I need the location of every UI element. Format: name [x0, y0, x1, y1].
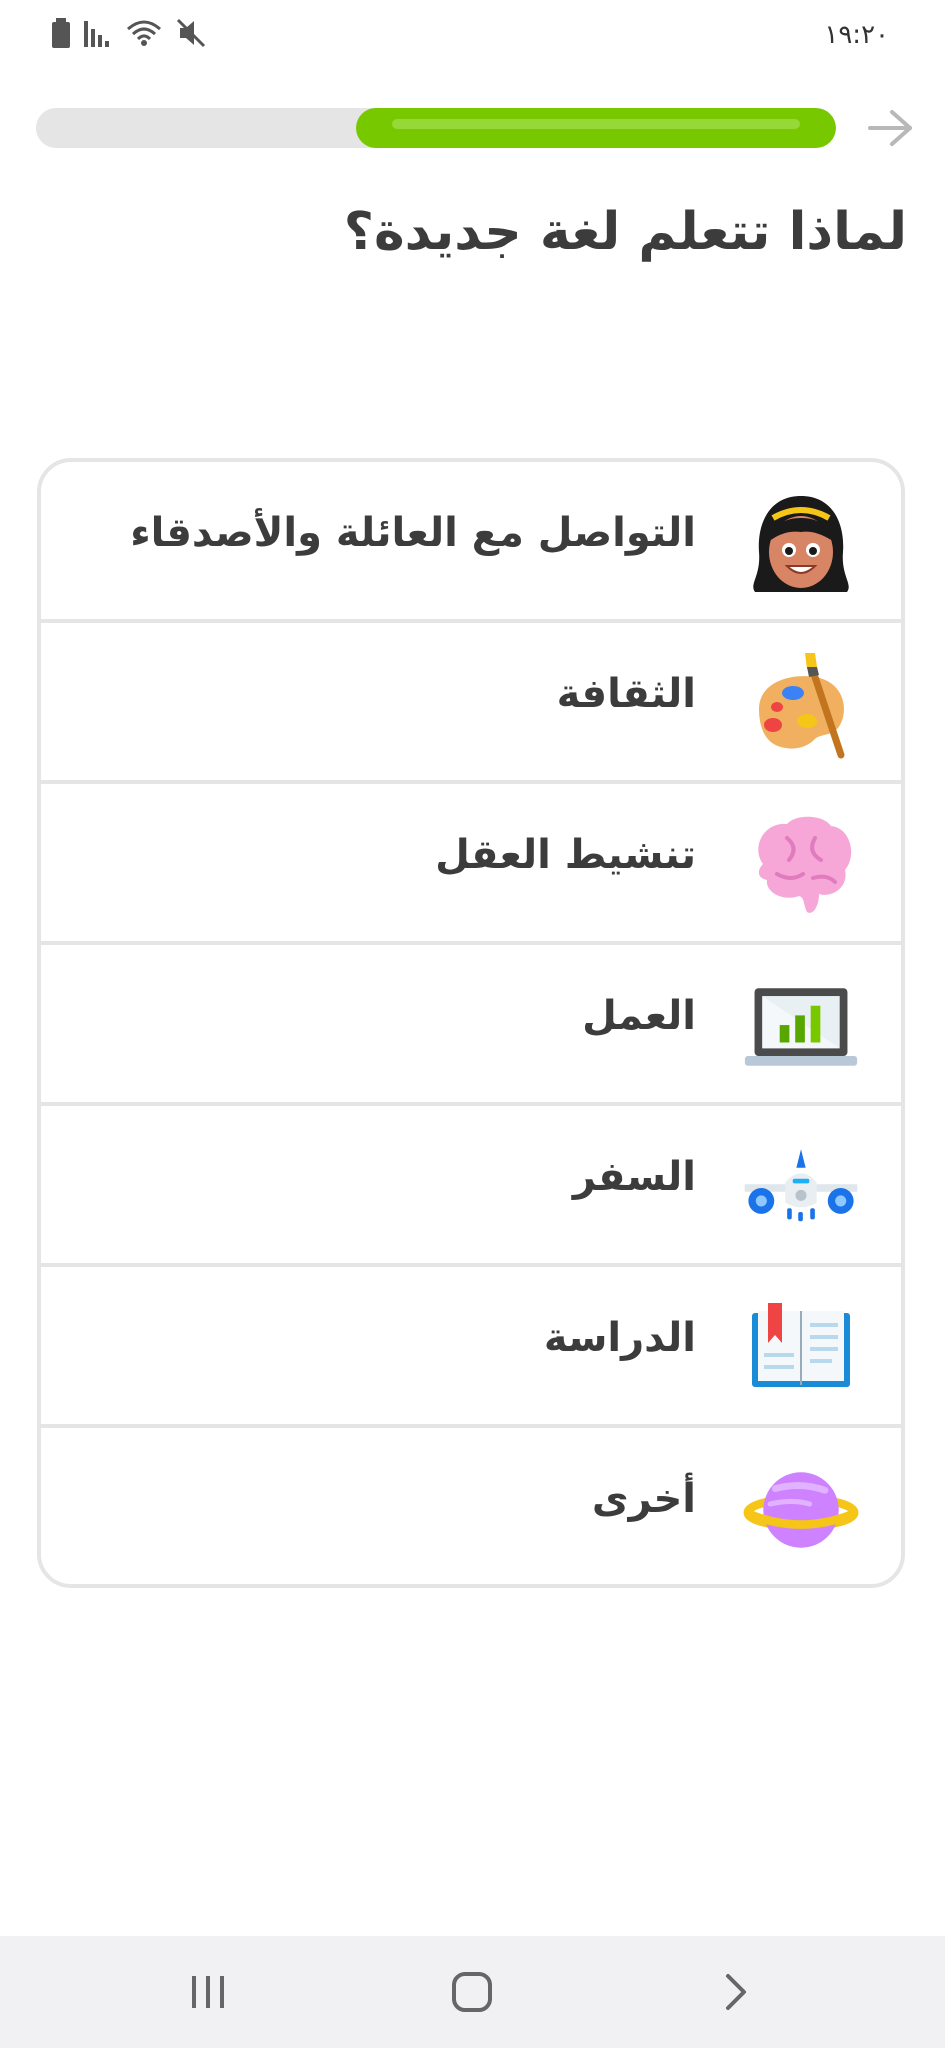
option-brain-training[interactable]: تنشيط العقل: [41, 784, 901, 945]
progress-bar-highlight: [392, 119, 800, 129]
status-time: ١٩:٢٠: [824, 20, 889, 50]
option-label: السفر: [572, 1154, 696, 1200]
planet-icon: [741, 1450, 861, 1570]
option-other[interactable]: أخرى: [41, 1428, 901, 1584]
book-icon: [741, 1289, 861, 1409]
option-label: أخرى: [591, 1476, 696, 1522]
status-bar: ١٩:٢٠: [0, 0, 945, 70]
recents-button[interactable]: [168, 1962, 248, 2022]
option-travel[interactable]: السفر: [41, 1106, 901, 1267]
palette-icon: [741, 645, 861, 765]
laptop-chart-icon: [741, 967, 861, 1087]
airplane-icon: [741, 1128, 861, 1248]
wifi-icon: [126, 19, 162, 51]
page-title: لماذا تتعلم لغة جديدة؟: [343, 202, 907, 262]
brain-icon: [741, 806, 861, 926]
status-icons: [52, 18, 206, 52]
option-label: العمل: [582, 993, 696, 1039]
option-label: الدراسة: [543, 1315, 696, 1361]
back-button[interactable]: [696, 1962, 776, 2022]
battery-icon: [52, 18, 70, 52]
progress-bar-fill: [356, 108, 836, 148]
arrow-right-icon: [868, 110, 912, 146]
forward-button[interactable]: [864, 104, 916, 152]
option-work[interactable]: العمل: [41, 945, 901, 1106]
option-family-friends[interactable]: التواصل مع العائلة والأصدقاء: [41, 462, 901, 623]
home-button[interactable]: [432, 1962, 512, 2022]
lesson-progress-row: [36, 104, 916, 152]
option-label: التواصل مع العائلة والأصدقاء: [130, 510, 696, 556]
option-study[interactable]: الدراسة: [41, 1267, 901, 1428]
recents-icon: [192, 1976, 224, 2008]
system-nav-bar: [0, 1936, 945, 2048]
back-icon: [726, 1974, 746, 2010]
person-icon: [741, 484, 861, 604]
options-list: التواصل مع العائلة والأصدقاء الثقافة تنش…: [37, 458, 905, 1588]
option-culture[interactable]: الثقافة: [41, 623, 901, 784]
mute-icon: [176, 18, 206, 52]
option-label: تنشيط العقل: [435, 832, 696, 878]
home-icon: [452, 1972, 492, 2012]
signal-icon: [84, 19, 112, 51]
option-label: الثقافة: [556, 671, 696, 717]
progress-bar: [36, 108, 836, 148]
